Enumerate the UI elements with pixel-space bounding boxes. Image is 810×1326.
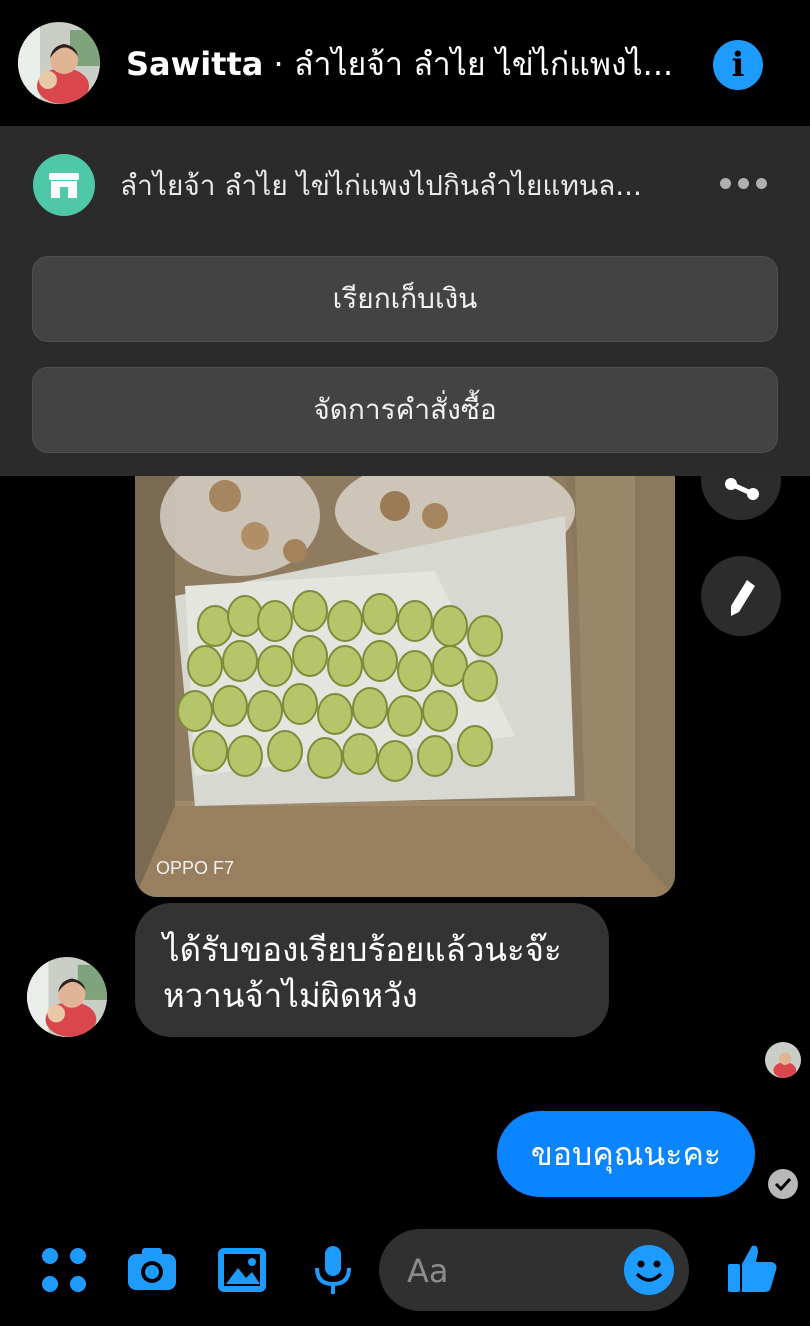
incoming-message-bubble[interactable]: ได้รับของเรียบร้อยแล้วนะจ๊ะ หวานจ้าไม่ผิ… [135, 903, 609, 1037]
manage-orders-button[interactable]: จัดการคำสั่งซื้อ [32, 367, 778, 453]
message-input[interactable] [405, 1245, 609, 1297]
contact-name: Sawitta [126, 45, 264, 83]
delivered-check-icon [768, 1169, 798, 1199]
business-tools-panel: ลำไยจ้า ลำไย ไข่ไก่แพงไปกินลำไยแทนล... เ… [0, 126, 810, 476]
page-name: ลำไยจ้า ลำไย ไข่ไก่แพงไ... [293, 45, 674, 83]
photo-watermark: OPPO F7 [156, 858, 235, 878]
more-options-icon[interactable] [718, 176, 768, 192]
thumbs-up-icon[interactable] [724, 1240, 780, 1296]
conversation-title[interactable]: Sawitta · ลำไยจ้า ลำไย ไข่ไก่แพงไ... [126, 42, 696, 86]
incoming-message-line: หวานจ้าไม่ผิดหวัง [163, 976, 418, 1015]
outgoing-message-bubble[interactable]: ขอบคุณนะคะ [497, 1111, 755, 1197]
pencil-icon [731, 580, 755, 616]
sender-avatar[interactable] [27, 957, 107, 1037]
info-button[interactable]: i [713, 40, 763, 90]
edit-photo-button[interactable] [701, 556, 781, 636]
emoji-icon[interactable] [623, 1244, 675, 1296]
conversation-header: Sawitta · ลำไยจ้า ลำไย ไข่ไก่แพงไ... i [0, 0, 810, 126]
shop-icon [33, 154, 95, 216]
contact-avatar[interactable] [18, 22, 100, 104]
incoming-message-line: ได้รับของเรียบร้อยแล้วนะจ๊ะ [163, 930, 562, 969]
camera-icon[interactable] [124, 1242, 180, 1298]
title-separator: · [263, 45, 294, 83]
gallery-icon[interactable] [214, 1242, 270, 1298]
request-payment-button[interactable]: เรียกเก็บเงิน [32, 256, 778, 342]
shared-photo[interactable] [135, 476, 675, 897]
microphone-icon[interactable] [305, 1242, 361, 1298]
info-icon: i [731, 45, 745, 85]
panel-page-name: ลำไยจ้า ลำไย ไข่ไก่แพงไปกินลำไยแทนล... [120, 169, 642, 202]
more-actions-icon[interactable] [36, 1242, 92, 1298]
seen-indicator-avatar [765, 1042, 801, 1078]
